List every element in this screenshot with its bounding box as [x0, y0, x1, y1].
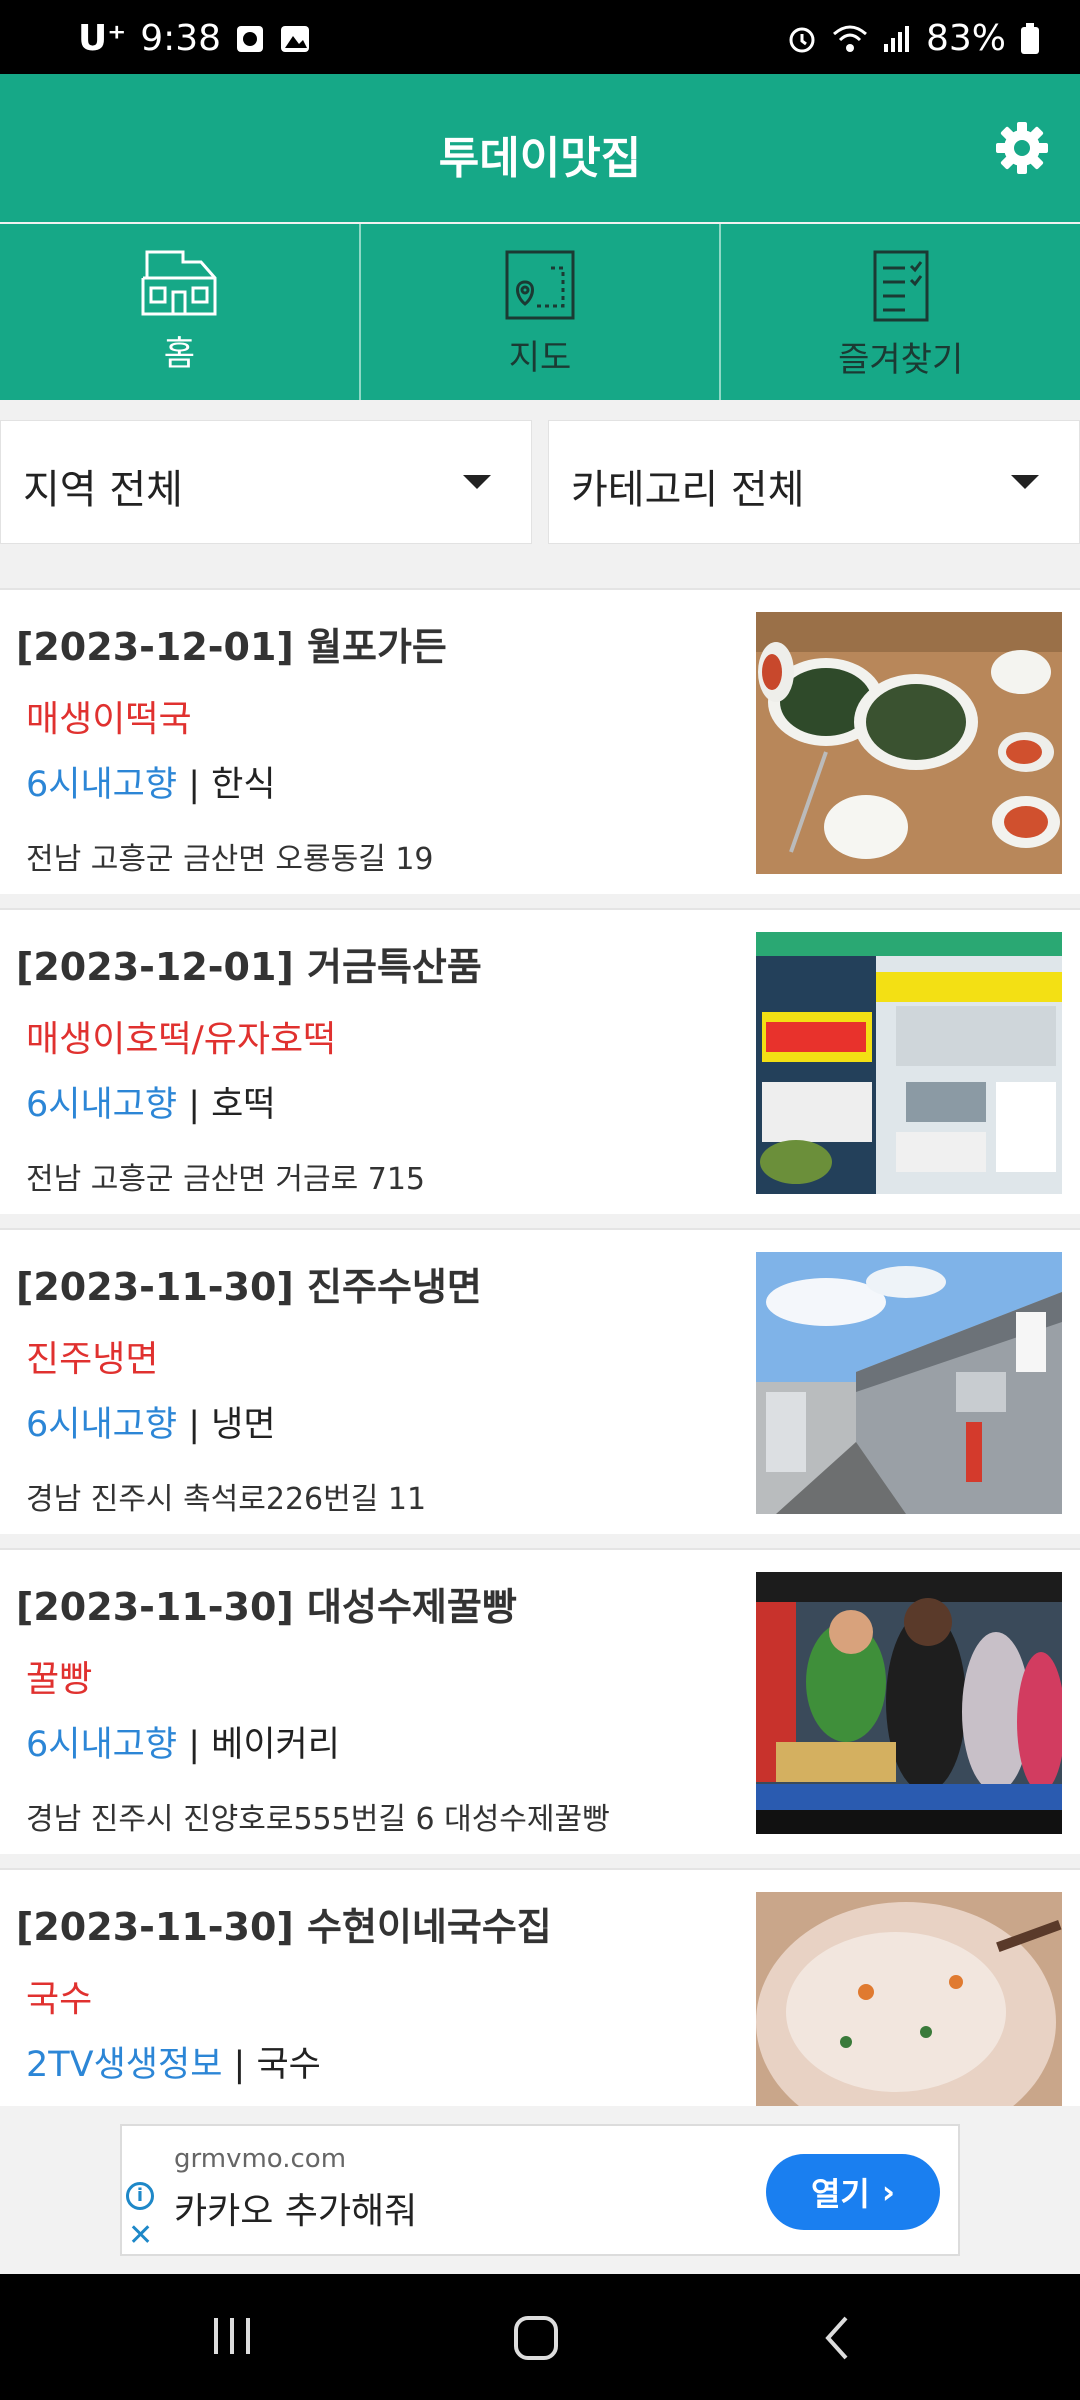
restaurant-dish: 꿀빵: [26, 1659, 93, 1700]
program-name: 6시내고향: [26, 1405, 178, 1445]
program-name: 2TV생생정보: [26, 2045, 223, 2085]
carrier-label: U⁺: [78, 18, 127, 59]
restaurant-list: [2023-12-01] 월포가든 매생이떡국 6시내고향 | 한식 전남 고흥…: [0, 588, 1080, 2188]
food-category: 냉면: [211, 1405, 276, 1445]
food-category: 한식: [211, 765, 276, 805]
status-bar: U⁺ 9:38 83%: [0, 0, 1080, 74]
ad-card[interactable]: grmvmo.com 카카오 추가해줘 i ✕ 열기 ›: [120, 2124, 960, 2256]
alarm-icon: [789, 27, 815, 52]
ad-text: 카카오 추가해줘: [174, 2191, 418, 2232]
restaurant-card[interactable]: [2023-11-30] 대성수제꿀빵 꿀빵 6시내고향 | 베이커리 경남 진…: [0, 1548, 1080, 1854]
ad-close-icon[interactable]: ✕: [128, 2218, 153, 2253]
restaurant-title: [2023-11-30] 대성수제꿀빵: [16, 1585, 517, 1629]
restaurant-dish: 매생이떡국: [26, 699, 192, 740]
screen-record-icon: [237, 25, 264, 52]
filter-bar: 지역 전체 카테고리 전체: [0, 420, 1080, 544]
region-dropdown-label: 지역 전체: [23, 467, 183, 513]
ad-open-button[interactable]: 열기 ›: [766, 2154, 940, 2230]
restaurant-dish: 국수: [26, 1979, 93, 2020]
tab-favorites-label: 즐겨찾기: [838, 340, 964, 380]
restaurant-address: 전남 고흥군 금산면 거금로 715: [26, 1162, 426, 1197]
program-name: 6시내고향: [26, 1725, 178, 1765]
favorites-list-icon: [873, 250, 929, 322]
tab-home-label: 홈: [163, 334, 195, 374]
program-name: 6시내고향: [26, 765, 178, 805]
category-dropdown[interactable]: 카테고리 전체: [548, 420, 1080, 544]
ad-domain: grmvmo.com: [174, 2144, 347, 2174]
wifi-icon: [832, 25, 867, 52]
restaurant-address: 전남 고흥군 금산면 오룡동길 19: [26, 842, 434, 877]
restaurant-show-line: 6시내고향 | 베이커리: [26, 1725, 340, 1765]
app-title: 투데이맛집: [438, 133, 642, 184]
tab-favorites[interactable]: 즐겨찾기: [721, 224, 1080, 400]
program-name: 6시내고향: [26, 1085, 178, 1125]
recent-apps-button[interactable]: [210, 2314, 254, 2358]
tab-home[interactable]: 홈: [0, 224, 361, 400]
restaurant-show-line: 6시내고향 | 냉면: [26, 1405, 276, 1445]
battery-percent: 83%: [925, 18, 1006, 59]
dropdown-arrow-icon: [463, 475, 491, 489]
tab-map-label: 지도: [508, 338, 572, 378]
ad-banner: grmvmo.com 카카오 추가해줘 i ✕ 열기 ›: [0, 2106, 1080, 2274]
restaurant-photo: [756, 1252, 1062, 1514]
food-category: 국수: [256, 2045, 321, 2085]
restaurant-photo: [756, 612, 1062, 874]
restaurant-address: 경남 진주시 진양호로555번길 6 대성수제꿀빵: [26, 1802, 610, 1837]
ad-open-button-label: 열기: [810, 2175, 870, 2213]
main-tabs: 홈 지도 즐겨찾기: [0, 224, 1080, 400]
dropdown-arrow-icon: [1011, 475, 1039, 489]
restaurant-show-line: 2TV생생정보 | 국수: [26, 2045, 321, 2085]
tab-map[interactable]: 지도: [361, 224, 722, 400]
restaurant-title: [2023-11-30] 수현이네국수집: [16, 1905, 552, 1949]
system-nav-bar: [0, 2274, 1080, 2400]
restaurant-dish: 진주냉면: [26, 1339, 159, 1380]
home-icon: [141, 250, 217, 316]
map-icon: [505, 250, 575, 320]
restaurant-photo: [756, 932, 1062, 1194]
restaurant-address: 경남 진주시 촉석로226번길 11: [26, 1482, 427, 1517]
chevron-right-icon: ›: [881, 2173, 896, 2211]
restaurant-card[interactable]: [2023-12-01] 거금특산품 매생이호떡/유자호떡 6시내고향 | 호떡…: [0, 908, 1080, 1214]
restaurant-title: [2023-11-30] 진주수냉면: [16, 1265, 482, 1309]
category-dropdown-label: 카테고리 전체: [571, 467, 805, 513]
restaurant-title: [2023-12-01] 월포가든: [16, 625, 447, 669]
ad-info-icon[interactable]: i: [126, 2182, 154, 2210]
signal-icon: [883, 25, 909, 52]
restaurant-show-line: 6시내고향 | 호떡: [26, 1085, 276, 1125]
restaurant-title: [2023-12-01] 거금특산품: [16, 945, 482, 989]
gallery-icon: [281, 25, 310, 52]
region-dropdown[interactable]: 지역 전체: [0, 420, 532, 544]
home-button[interactable]: [512, 2314, 560, 2362]
food-category: 베이커리: [211, 1725, 340, 1765]
restaurant-show-line: 6시내고향 | 한식: [26, 765, 276, 805]
restaurant-dish: 매생이호떡/유자호떡: [26, 1019, 337, 1060]
app-bar: 투데이맛집: [0, 74, 1080, 222]
clock: 9:38: [140, 18, 222, 59]
restaurant-photo: [756, 1572, 1062, 1834]
restaurant-card[interactable]: [2023-12-01] 월포가든 매생이떡국 6시내고향 | 한식 전남 고흥…: [0, 588, 1080, 894]
battery-icon: [1021, 22, 1039, 54]
back-button[interactable]: [822, 2314, 852, 2362]
restaurant-card[interactable]: [2023-11-30] 진주수냉면 진주냉면 6시내고향 | 냉면 경남 진주…: [0, 1228, 1080, 1534]
settings-gear-icon[interactable]: [992, 118, 1052, 178]
food-category: 호떡: [211, 1085, 276, 1125]
